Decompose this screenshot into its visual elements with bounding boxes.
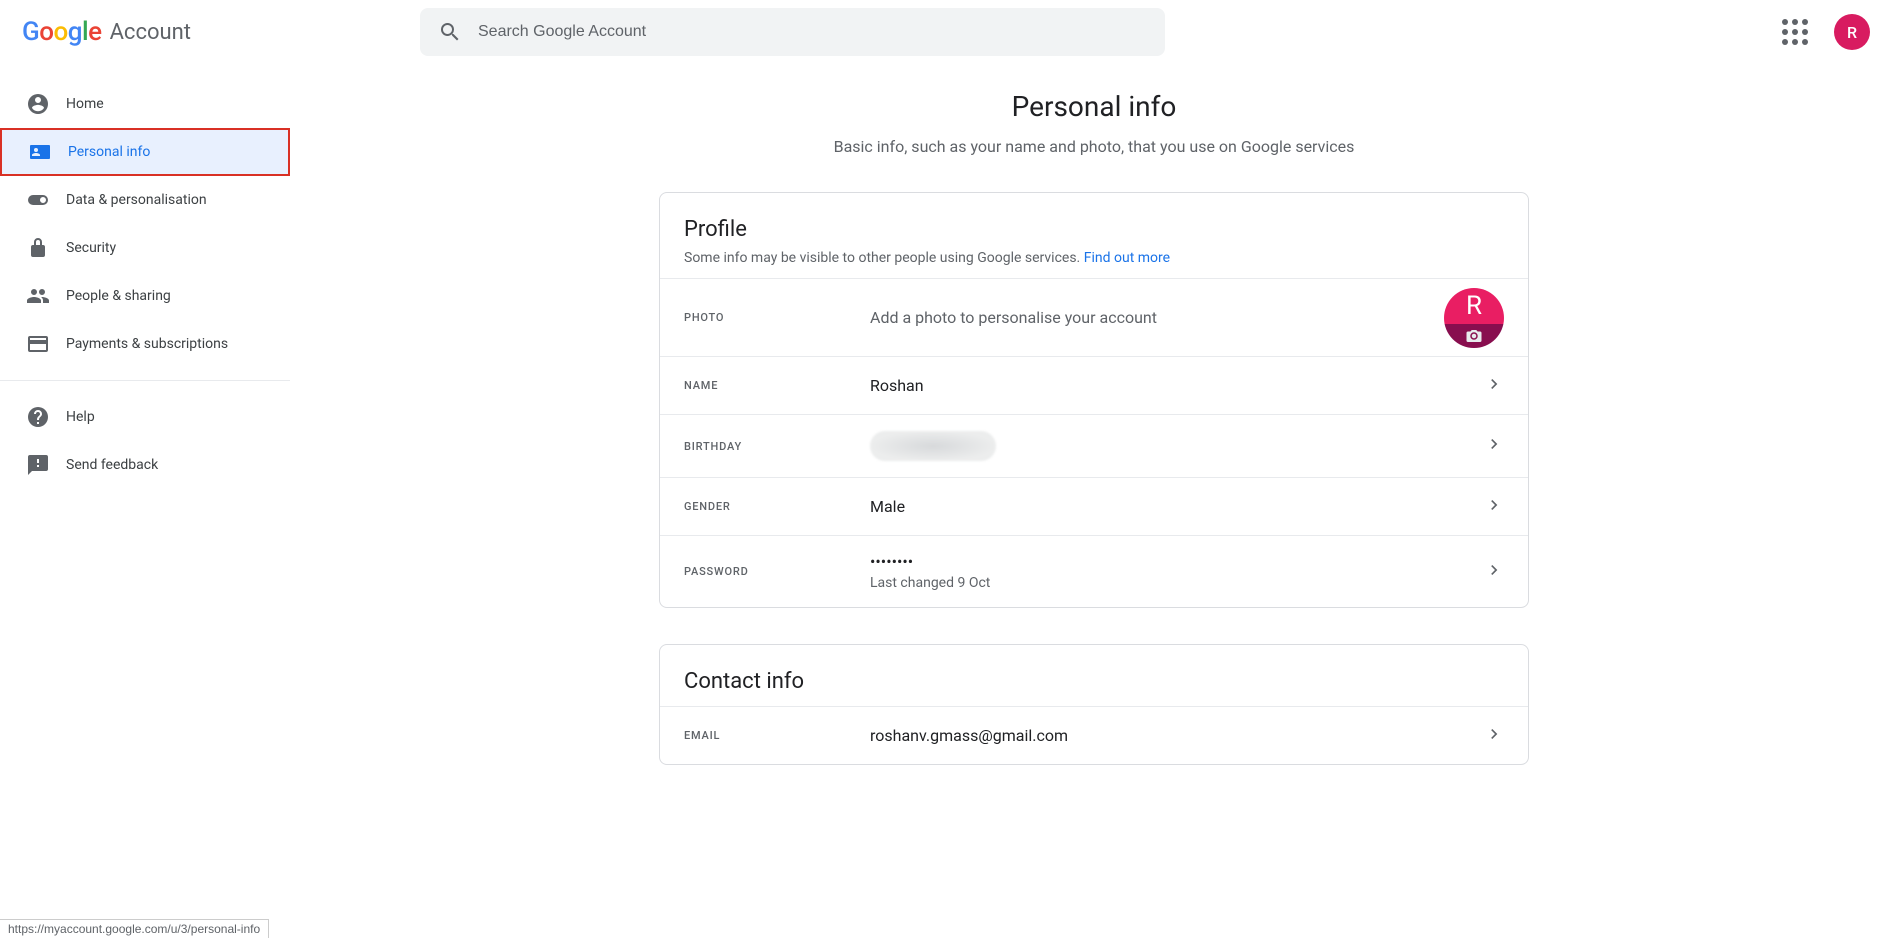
row-value: Roshan — [870, 376, 1484, 395]
toggle-icon — [26, 188, 50, 212]
sidebar-item-security[interactable]: Security — [0, 224, 290, 272]
header: Google Account R — [0, 0, 1888, 64]
sidebar-item-feedback[interactable]: Send feedback — [0, 441, 290, 489]
contact-title: Contact info — [684, 669, 1504, 694]
sidebar-item-people-sharing[interactable]: People & sharing — [0, 272, 290, 320]
row-label: NAME — [684, 379, 870, 392]
row-value: roshanv.gmass@gmail.com — [870, 726, 1484, 745]
feedback-icon — [26, 453, 50, 477]
chevron-right-icon — [1484, 724, 1504, 744]
row-value — [870, 431, 1484, 461]
account-avatar[interactable]: R — [1834, 14, 1870, 50]
lock-icon — [26, 236, 50, 260]
profile-title: Profile — [684, 217, 1504, 242]
id-card-icon — [28, 140, 52, 164]
row-name[interactable]: NAME Roshan — [660, 356, 1528, 414]
account-label: Account — [110, 20, 191, 45]
page-subtitle: Basic info, such as your name and photo,… — [834, 137, 1355, 156]
sidebar-item-data-personalisation[interactable]: Data & personalisation — [0, 176, 290, 224]
row-password[interactable]: PASSWORD •••••••• Last changed 9 Oct — [660, 535, 1528, 607]
sidebar-item-payments[interactable]: Payments & subscriptions — [0, 320, 290, 368]
row-label: PASSWORD — [684, 565, 870, 578]
row-label: PHOTO — [684, 311, 870, 324]
redacted-value — [870, 431, 996, 461]
status-url: https://myaccount.google.com/u/3/persona… — [0, 919, 269, 938]
row-birthday[interactable]: BIRTHDAY — [660, 414, 1528, 477]
sidebar-item-label: Payments & subscriptions — [66, 336, 228, 352]
contact-card: Contact info EMAIL roshanv.gmass@gmail.c… — [659, 644, 1529, 765]
page-title: Personal info — [1012, 90, 1177, 123]
chevron-right-icon — [1484, 495, 1504, 515]
sidebar-item-personal-info[interactable]: Personal info — [0, 128, 290, 176]
row-email[interactable]: EMAIL roshanv.gmass@gmail.com — [660, 706, 1528, 764]
search-icon — [438, 20, 462, 44]
profile-photo[interactable]: R — [1444, 288, 1504, 348]
main-content: Personal info Basic info, such as your n… — [300, 80, 1888, 938]
google-wordmark: Google — [22, 17, 102, 47]
find-out-more-link[interactable]: Find out more — [1084, 250, 1170, 266]
search-bar[interactable] — [420, 8, 1165, 56]
sidebar-item-label: Home — [66, 96, 104, 112]
row-label: BIRTHDAY — [684, 440, 870, 453]
people-icon — [26, 284, 50, 308]
row-value: Add a photo to personalise your account — [870, 308, 1504, 327]
chevron-right-icon — [1484, 374, 1504, 394]
row-label: GENDER — [684, 500, 870, 513]
profile-desc: Some info may be visible to other people… — [684, 250, 1504, 266]
row-value: Male — [870, 497, 1484, 516]
chevron-right-icon — [1484, 434, 1504, 454]
sidebar-item-home[interactable]: Home — [0, 80, 290, 128]
row-sub: Last changed 9 Oct — [870, 575, 1484, 591]
sidebar-item-label: Data & personalisation — [66, 192, 207, 208]
search-input[interactable] — [476, 22, 1147, 42]
sidebar-item-label: Send feedback — [66, 457, 158, 473]
help-icon — [26, 405, 50, 429]
apps-icon[interactable] — [1774, 11, 1816, 53]
sidebar-divider — [0, 380, 290, 381]
row-photo[interactable]: PHOTO Add a photo to personalise your ac… — [660, 278, 1528, 356]
row-value: •••••••• — [870, 552, 1484, 571]
sidebar-item-label: Security — [66, 240, 116, 256]
person-circle-icon — [26, 92, 50, 116]
row-label: EMAIL — [684, 729, 870, 742]
google-account-logo[interactable]: Google Account — [22, 17, 191, 47]
sidebar-item-help[interactable]: Help — [0, 393, 290, 441]
sidebar-item-label: Help — [66, 409, 95, 425]
card-icon — [26, 332, 50, 356]
sidebar-item-label: People & sharing — [66, 288, 171, 304]
sidebar-item-label: Personal info — [68, 144, 150, 160]
chevron-right-icon — [1484, 560, 1504, 580]
camera-icon — [1465, 327, 1483, 345]
row-gender[interactable]: GENDER Male — [660, 477, 1528, 535]
sidebar: Home Personal info Data & personalisatio… — [0, 80, 290, 489]
profile-card: Profile Some info may be visible to othe… — [659, 192, 1529, 608]
